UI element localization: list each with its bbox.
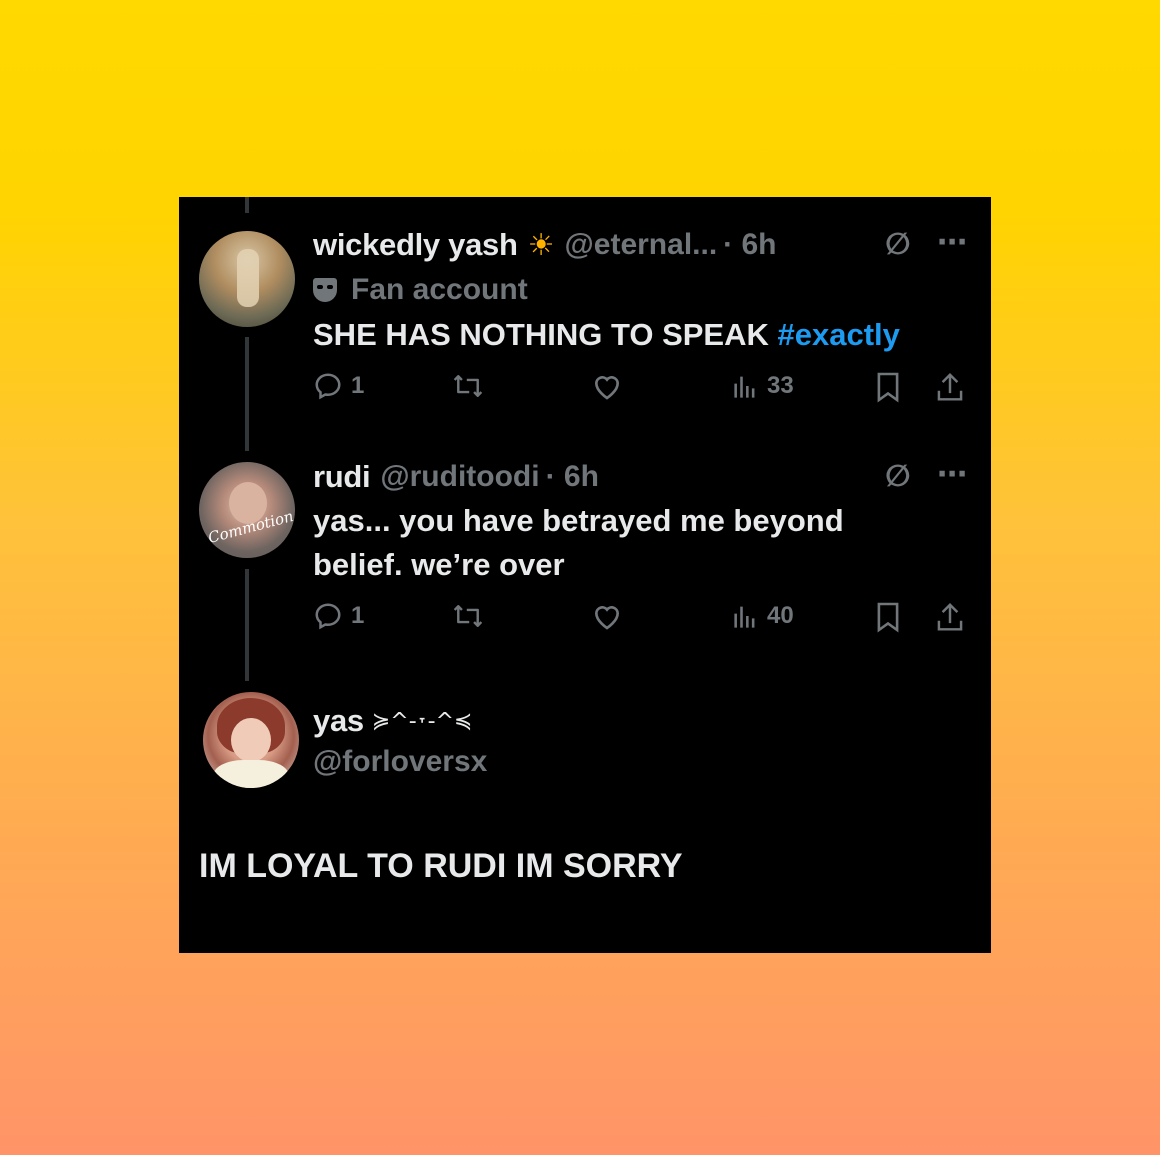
name-emoticon: ≽^-˕-^≼ — [371, 708, 473, 734]
label-text: Fan account — [351, 273, 528, 306]
reply-icon — [315, 373, 341, 400]
action-bar: 1 40 — [313, 601, 973, 641]
timestamp[interactable]: · 6h — [546, 460, 599, 494]
tweet-thread-card: wickedly yash ☀ @eternal... · 6h ∅ ⋯ Fan… — [179, 197, 991, 953]
repost-button[interactable] — [451, 371, 485, 401]
thread-line — [245, 197, 249, 213]
like-button[interactable] — [591, 601, 623, 631]
handle[interactable]: @forloversx — [313, 745, 487, 779]
share-icon — [937, 602, 963, 631]
reply-button[interactable]: 1 — [313, 601, 364, 631]
reply-button[interactable]: 1 — [313, 371, 364, 401]
sun-icon: ☀ — [527, 228, 555, 262]
reply-handle-row: @forloversx — [313, 745, 487, 779]
reply-count: 1 — [351, 602, 365, 629]
post-text: yas... you have betrayed me beyond belie… — [313, 499, 844, 587]
action-bar: 1 33 — [313, 371, 973, 411]
fan-account-label: Fan account — [313, 273, 528, 307]
display-name[interactable]: wickedly yash — [313, 227, 518, 263]
avatar[interactable] — [199, 231, 295, 327]
avatar-face — [231, 718, 271, 762]
views-button[interactable]: 33 — [731, 371, 794, 401]
timestamp[interactable]: · 6h — [723, 228, 776, 262]
bookmark-icon — [877, 602, 899, 633]
post-text-line: yas... you have betrayed me beyond — [313, 503, 844, 538]
heart-icon — [594, 606, 620, 630]
reply-count: 1 — [351, 372, 365, 399]
bookmark-button[interactable] — [875, 371, 901, 403]
view-count: 33 — [767, 372, 794, 399]
post-text: SHE HAS NOTHING TO SPEAK #exactly — [313, 313, 900, 357]
mask-icon — [313, 278, 337, 302]
post-header: wickedly yash ☀ @eternal... · 6h — [313, 227, 777, 263]
hashtag-link[interactable]: #exactly — [778, 317, 900, 352]
views-button[interactable]: 40 — [731, 601, 794, 631]
like-button[interactable] — [591, 371, 623, 401]
thread-line — [245, 569, 249, 681]
reply-text: IM LOYAL TO RUDI IM SORRY — [199, 847, 683, 885]
repost-icon — [453, 375, 483, 397]
analytics-icon — [734, 376, 755, 398]
repost-button[interactable] — [451, 601, 485, 631]
bookmark-icon — [877, 372, 899, 403]
reply-icon — [315, 603, 341, 630]
display-name[interactable]: yas — [313, 703, 364, 739]
post-header: rudi @ruditoodi · 6h — [313, 459, 599, 495]
avatar[interactable]: Commotion — [199, 462, 295, 558]
analytics-icon — [734, 606, 755, 628]
post-text-line: belief. we’re over — [313, 547, 565, 582]
handle[interactable]: @ruditoodi — [380, 460, 539, 494]
avatar-shirt — [213, 760, 289, 788]
more-options-icon[interactable]: ⋯ — [937, 225, 967, 260]
share-button[interactable] — [935, 371, 965, 403]
grok-icon[interactable]: ∅ — [885, 227, 911, 262]
thread-line — [245, 337, 249, 451]
handle[interactable]: @eternal... — [565, 228, 718, 262]
reply-author: yas ≽^-˕-^≼ — [313, 703, 472, 739]
view-count: 40 — [767, 602, 794, 629]
post-text-main: SHE HAS NOTHING TO SPEAK — [313, 317, 778, 352]
share-icon — [937, 372, 963, 401]
bookmark-button[interactable] — [875, 601, 901, 633]
repost-icon — [453, 605, 483, 627]
heart-icon — [594, 376, 620, 400]
avatar[interactable] — [203, 692, 299, 788]
display-name[interactable]: rudi — [313, 459, 371, 495]
avatar-figure — [237, 249, 259, 307]
grok-icon[interactable]: ∅ — [885, 459, 911, 494]
share-button[interactable] — [935, 601, 965, 633]
more-options-icon[interactable]: ⋯ — [937, 457, 967, 492]
